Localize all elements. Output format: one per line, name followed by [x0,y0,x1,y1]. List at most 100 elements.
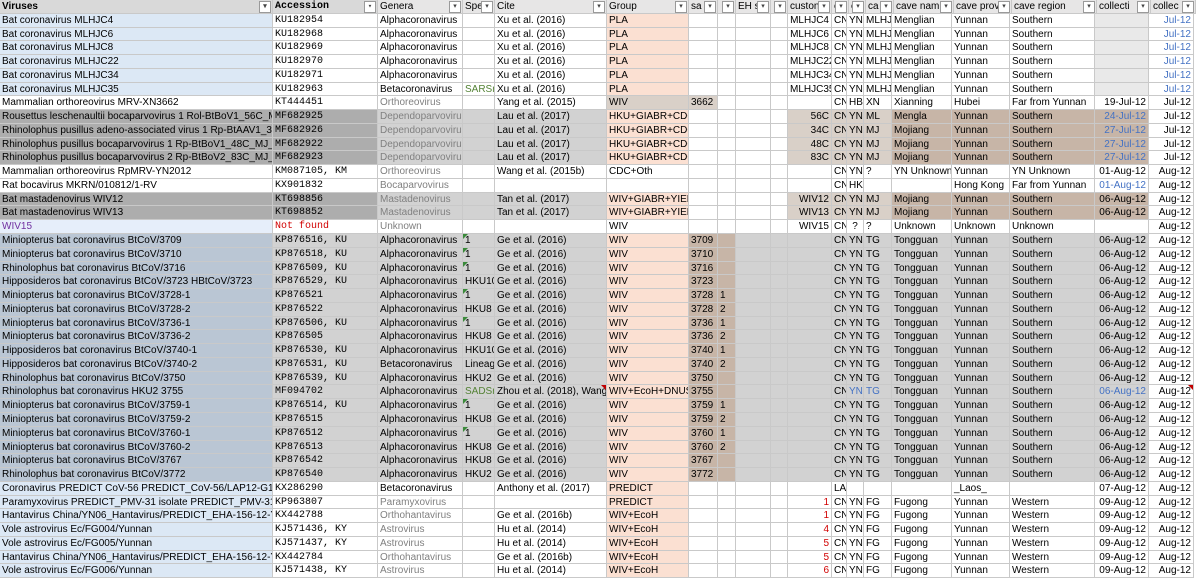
cell-c1[interactable]: CN [832,27,847,42]
cell-cave[interactable]: Menglian [892,82,952,97]
cell-grp[interactable]: WIV [607,440,689,455]
cell-x2[interactable] [771,110,788,124]
cell-cite[interactable]: Ge et al. (2016b) [495,550,607,565]
cell-c3[interactable]: TG [864,426,892,441]
column-header-x2[interactable] [771,0,788,14]
cell-prov[interactable]: Yunnan [952,536,1010,551]
cell-col2[interactable]: Aug-12 [1149,509,1194,524]
cell-virus[interactable]: Rhinolophus bat coronavirus HKU2 3755 [0,385,273,400]
cell-c2[interactable]: YN [847,454,864,469]
cell-col2[interactable]: Aug-12 [1149,385,1194,400]
cell-col2[interactable]: Jul-12 [1149,41,1194,56]
cell-acc[interactable]: KP876539, KU [273,371,378,386]
cell-sa[interactable]: 3710 [689,247,718,262]
cell-grp[interactable]: WIV [607,302,689,317]
cell-c1[interactable]: CN [832,495,847,510]
cell-x2[interactable] [771,454,788,469]
cell-c2[interactable]: YN [847,247,864,262]
cell-reg[interactable]: YN Unknown [1010,165,1095,179]
cell-cave[interactable]: Fugong [892,523,952,537]
cell-acc[interactable]: KM087105, KM [273,165,378,179]
cell-coll[interactable] [1095,55,1149,69]
cell-virus[interactable]: Miniopterus bat coronavirus BtCoV/3728-2 [0,302,273,317]
cell-cus[interactable] [788,412,832,427]
cell-cave[interactable]: Menglian [892,13,952,28]
cell-sa[interactable]: 3736 [689,316,718,331]
cell-c1[interactable]: CN [832,234,847,248]
cell-prov[interactable]: Yunnan [952,234,1010,248]
cell-c2[interactable]: YN [847,13,864,28]
cell-cave[interactable]: Mojiang [892,206,952,221]
cell-prov[interactable]: Yunnan [952,275,1010,290]
cell-sa[interactable] [689,178,718,193]
cell-acc[interactable]: KX442788 [273,509,378,524]
cell-acc[interactable]: KT698856 [273,192,378,207]
cell-coll[interactable]: 09-Aug-12 [1095,509,1149,524]
column-header-cite[interactable]: Cite [495,0,607,14]
cell-cus[interactable] [788,399,832,413]
cell-coll[interactable]: 06-Aug-12 [1095,316,1149,331]
column-header-cus[interactable]: custon [788,0,832,14]
cell-acc[interactable]: KP876513 [273,440,378,455]
cell-cite[interactable] [495,178,607,193]
cell-virus[interactable]: Miniopterus bat coronavirus BtCoV/3736-1 [0,316,273,331]
cell-eh[interactable] [736,123,771,138]
cell-sa[interactable] [689,13,718,28]
cell-c3[interactable]: TG [864,399,892,413]
cell-spe[interactable] [463,178,495,193]
cell-acc[interactable]: KP876531, KU [273,357,378,372]
cell-x2[interactable] [771,357,788,372]
cell-cave[interactable]: Menglian [892,27,952,42]
cell-eh[interactable] [736,220,771,235]
cell-acc[interactable]: KU182969 [273,41,378,56]
cell-c2[interactable]: YN [847,536,864,551]
cell-spe[interactable]: HKU10 [463,344,495,358]
cell-cite[interactable]: Hu et al. (2014) [495,564,607,579]
column-header-sa[interactable]: sa [689,0,718,14]
cell-cus[interactable]: 5 [788,536,832,551]
cell-cave[interactable]: Tongguan [892,330,952,345]
cell-cus[interactable]: 5 [788,550,832,565]
cell-grp[interactable]: WIV [607,234,689,248]
cell-sa[interactable] [689,564,718,579]
cell-gen[interactable]: Alphacoronavirus [378,27,463,42]
cell-c3[interactable]: FG [864,536,892,551]
cell-gen[interactable]: Alphacoronavirus [378,426,463,441]
cell-c1[interactable]: CN [832,536,847,551]
cell-eh[interactable] [736,536,771,551]
cell-eh[interactable] [736,440,771,455]
cell-col2[interactable]: Aug-12 [1149,289,1194,303]
cell-col2[interactable]: Aug-12 [1149,344,1194,358]
cell-reg[interactable]: Southern [1010,275,1095,290]
cell-cite[interactable]: Zhou et al. (2018), Wang [495,385,607,400]
cell-c2[interactable]: YN [847,192,864,207]
cell-eh[interactable] [736,206,771,221]
cell-cave[interactable]: Fugong [892,495,952,510]
cell-eh[interactable] [736,165,771,179]
cell-sa[interactable] [689,523,718,537]
cell-c2[interactable]: YN [847,385,864,400]
cell-prov[interactable]: Yunnan [952,55,1010,69]
cell-sa[interactable]: 3740 [689,344,718,358]
cell-coll[interactable]: 06-Aug-12 [1095,234,1149,248]
cell-cus[interactable]: MLHJC22 [788,55,832,69]
cell-x1[interactable] [718,536,736,551]
cell-x2[interactable] [771,178,788,193]
cell-cus[interactable]: 6 [788,564,832,579]
cell-cite[interactable]: Xu et al. (2016) [495,68,607,83]
cell-reg[interactable]: Southern [1010,247,1095,262]
cell-virus[interactable]: Miniopterus bat coronavirus BtCoV/3710 [0,247,273,262]
cell-cite[interactable]: Ge et al. (2016) [495,330,607,345]
cell-c3[interactable]: TG [864,261,892,276]
cell-sa[interactable] [689,55,718,69]
cell-x1[interactable]: 1 [718,399,736,413]
cell-coll[interactable]: 09-Aug-12 [1095,550,1149,565]
cell-acc[interactable]: KJ571438, KY [273,564,378,579]
cell-col2[interactable]: Jul-12 [1149,151,1194,166]
cell-cave[interactable]: Menglian [892,68,952,83]
cell-x2[interactable] [771,440,788,455]
cell-x2[interactable] [771,481,788,496]
cell-sa[interactable] [689,110,718,124]
cell-col2[interactable]: Aug-12 [1149,165,1194,179]
cell-reg[interactable]: Southern [1010,55,1095,69]
